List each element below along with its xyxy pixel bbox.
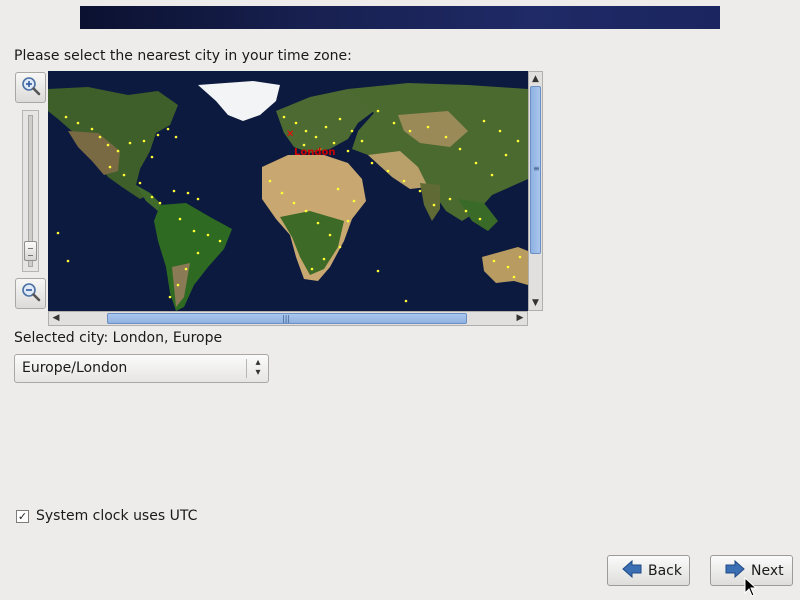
world-map-image[interactable]: ✕ London [48,71,528,311]
scroll-up-arrow-icon[interactable]: ▲ [529,72,542,86]
grip-icon: ≡ [533,164,540,173]
chevron-up-down-icon: ▴ ▾ [255,357,261,378]
combo-separator [246,359,247,378]
back-button-label: Back [648,562,682,579]
world-map[interactable]: ✕ London [48,71,528,311]
selected-city-label: Selected city: London, Europe [14,330,223,346]
vertical-scroll-thumb[interactable]: ≡ [530,86,541,254]
back-arrow-icon [622,559,648,582]
grip-icon: ||| [282,314,291,323]
scroll-left-arrow-icon[interactable]: ◀ [49,312,63,325]
zoom-out-icon [21,282,41,306]
utc-label: System clock uses UTC [36,508,198,524]
map-city-label: London [294,147,336,158]
zoom-in-icon [21,76,41,100]
timezone-value: Europe/London [22,360,128,376]
header-banner [80,6,720,29]
back-button[interactable]: Back [607,555,690,586]
map-horizontal-scrollbar[interactable]: ◀ ||| ▶ [48,311,528,326]
utc-checkbox[interactable]: ✓ [16,509,29,523]
zoom-slider[interactable] [22,110,39,272]
zoom-slider-handle[interactable] [24,241,37,261]
scroll-down-arrow-icon[interactable]: ▼ [529,296,542,310]
selected-city-marker: ✕ [286,129,294,140]
mouse-cursor-icon [744,576,758,600]
horizontal-scroll-thumb[interactable]: ||| [107,313,467,324]
utc-option[interactable]: ✓ System clock uses UTC [16,508,197,524]
timezone-combobox[interactable]: Europe/London ▴ ▾ [14,354,269,383]
scroll-right-arrow-icon[interactable]: ▶ [513,312,527,325]
map-vertical-scrollbar[interactable]: ▲ ≡ ▼ [528,71,543,311]
zoom-in-button[interactable] [15,72,46,103]
zoom-out-button[interactable] [15,278,46,309]
timezone-prompt: Please select the nearest city in your t… [14,48,352,64]
